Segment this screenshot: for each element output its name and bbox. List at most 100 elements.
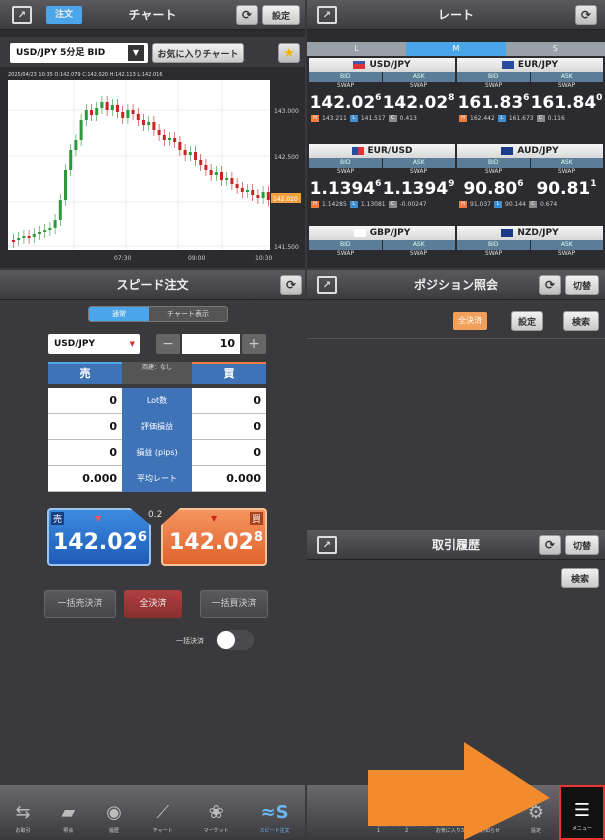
stats-row-pips: 0 損益 (pips) 0 — [48, 440, 266, 466]
bid-price[interactable]: 90.806 — [457, 179, 530, 199]
candle — [110, 105, 114, 110]
ask-label: ASK — [382, 240, 455, 250]
ask-price[interactable]: 161.840 — [530, 93, 603, 113]
swap-label: SWAP — [484, 250, 503, 257]
swap-label: SWAP — [336, 82, 355, 89]
bid-label: BID — [309, 72, 382, 82]
close-all-button[interactable]: 全決済 — [453, 312, 487, 330]
high-low-row: H 91.037 L 90.144 C 0.674 — [457, 199, 603, 209]
candle — [48, 228, 52, 230]
search-button[interactable]: 検索 — [561, 568, 599, 588]
quantity-input[interactable]: 10 — [182, 334, 240, 354]
plus-button[interactable]: + — [242, 334, 266, 354]
tab-market[interactable]: ❀ マーケット — [204, 785, 229, 840]
speed-order-title: スピード注文 — [116, 278, 189, 292]
candle — [79, 120, 83, 140]
tab-size-m[interactable]: M — [406, 42, 506, 56]
sell-price-button[interactable]: 売 ▼ 142.026 — [47, 508, 151, 566]
expand-icon[interactable]: ↗ — [12, 6, 32, 24]
ask-main: 142.02 — [382, 93, 449, 113]
ask-main: 161.84 — [530, 93, 597, 113]
bid-sup: 6 — [375, 93, 382, 103]
candlestick-chart[interactable]: 143.000 142.500 142.020 141.500 07:30 09… — [8, 80, 305, 268]
refresh-button[interactable]: ⟳ — [575, 5, 597, 25]
rate-cell[interactable]: AUD/JPY BID ASK SWAP SWAP 90.806 90.811 H9… — [457, 144, 603, 228]
bulk-sell-button[interactable]: 一括売決済 — [44, 590, 116, 618]
expand-icon[interactable]: ↗ — [317, 276, 337, 294]
rate-cell[interactable]: USD/JPY BID ASK SWAP SWAP 142.026 142.028 … — [309, 58, 455, 142]
swap-label: SWAP — [557, 168, 576, 175]
symbol-select[interactable]: USD/JPY ▼ — [48, 334, 140, 354]
rate-cell[interactable]: NZD/JPY BID ASK SWAP SWAP — [457, 226, 603, 268]
tab-mode-normal[interactable]: 通常 — [89, 307, 149, 321]
rate-cell[interactable]: EUR/JPY BID ASK SWAP SWAP 161.836 161.840 … — [457, 58, 603, 142]
expand-icon[interactable]: ↗ — [317, 6, 337, 24]
bid-ask-row: BID ASK — [309, 72, 455, 82]
switch-button[interactable]: 切替 — [565, 275, 599, 295]
flag-icon — [353, 61, 366, 69]
low-tag: L — [494, 200, 502, 208]
bid-main: 90.80 — [463, 179, 518, 199]
tab-mode-chart[interactable]: チャート表示 — [149, 307, 227, 321]
ask-price[interactable]: 90.811 — [530, 179, 603, 199]
low-tag: L — [349, 200, 358, 208]
close-all-button[interactable]: 全決済 — [124, 590, 182, 618]
tab-menu[interactable]: ☰ メニュー — [559, 785, 605, 840]
tab-inquiry[interactable]: ▰ 照会 — [61, 785, 75, 840]
y-tick-1: 142.500 — [274, 154, 299, 161]
star-icon[interactable]: ★ — [278, 43, 300, 63]
tab-order[interactable]: 注文 — [46, 6, 82, 24]
candle — [136, 114, 140, 120]
bid-label: BID — [457, 240, 530, 250]
candle — [194, 152, 197, 160]
tab-history[interactable]: ◉ 履歴 — [106, 785, 122, 840]
expand-icon[interactable]: ↗ — [317, 536, 337, 554]
history-header: ↗ 取引履歴 ⟳ 切替 — [307, 530, 605, 560]
settings-button[interactable]: 設定 — [511, 311, 543, 331]
tab-speed-order[interactable]: ≈S スピード注文 — [260, 785, 290, 840]
chart-settings-button[interactable]: 設定 — [262, 5, 300, 25]
candle — [43, 230, 47, 232]
minus-button[interactable]: − — [156, 334, 180, 354]
bid-price[interactable]: 1.13946 — [309, 179, 382, 199]
change-value: -0.00247 — [399, 200, 427, 208]
favorite-chart-button[interactable]: お気に入りチャート — [152, 43, 244, 63]
rate-cell[interactable]: EUR/USD BID ASK SWAP SWAP 1.13946 1.13949 … — [309, 144, 455, 228]
market-icon: ❀ — [208, 802, 224, 823]
swap-row: SWAP SWAP — [309, 82, 455, 91]
tab-chart[interactable]: ⟋ チャート — [153, 785, 173, 840]
bid-price[interactable]: 161.836 — [457, 93, 530, 113]
rate-cell[interactable]: GBP/JPY BID ASK SWAP SWAP — [309, 226, 455, 268]
candle — [168, 138, 171, 140]
refresh-button[interactable]: ⟳ — [236, 5, 258, 25]
candle — [38, 232, 41, 234]
swap-row: SWAP SWAP — [457, 82, 603, 91]
bid-ask-row: BID ASK — [457, 158, 603, 168]
search-button[interactable]: 検索 — [563, 311, 599, 331]
symbol-value: USD/JPY — [54, 339, 96, 349]
flag-icon — [501, 61, 514, 69]
bid-main: 1.1394 — [309, 179, 376, 199]
chart-panel-header: ↗ 注文 チャート ⟳ 設定 — [0, 0, 305, 30]
candle — [220, 172, 223, 180]
chevron-down-icon[interactable]: ▼ — [128, 45, 144, 61]
pair-header: GBP/JPY — [309, 226, 455, 240]
refresh-button[interactable]: ⟳ — [280, 275, 302, 295]
switch-button[interactable]: 切替 — [565, 535, 599, 555]
refresh-button[interactable]: ⟳ — [539, 535, 561, 555]
ask-price[interactable]: 1.13949 — [382, 179, 455, 199]
ask-price[interactable]: 142.028 — [382, 93, 455, 113]
bid-price[interactable]: 142.026 — [309, 93, 382, 113]
tab-trade[interactable]: ⇆ お取引 — [15, 785, 30, 840]
tab-size-l[interactable]: L — [307, 42, 406, 56]
change-value: 0.413 — [399, 114, 417, 122]
ask-label: ASK — [530, 158, 603, 168]
candle — [64, 170, 67, 200]
bulk-close-toggle[interactable] — [216, 630, 254, 650]
candle — [32, 234, 36, 237]
bulk-buy-button[interactable]: 一括買決済 — [200, 590, 268, 618]
candle — [230, 178, 234, 184]
tab-size-s[interactable]: S — [506, 42, 605, 56]
buy-price-button[interactable]: 買 ▼ 142.028 — [161, 508, 267, 566]
refresh-button[interactable]: ⟳ — [539, 275, 561, 295]
